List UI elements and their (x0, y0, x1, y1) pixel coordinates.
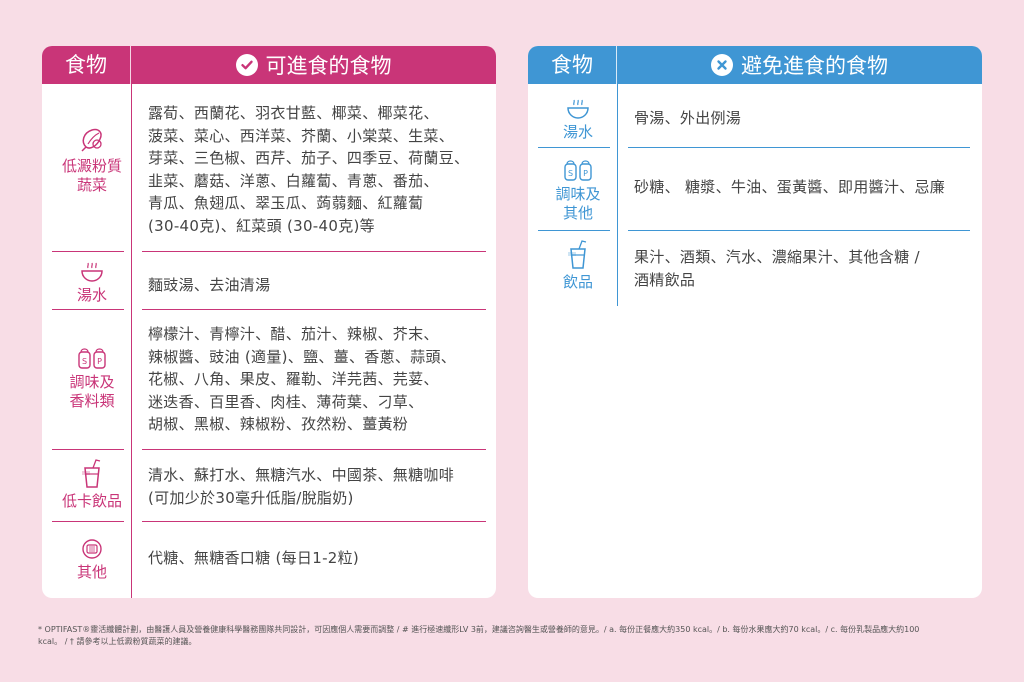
category-label: 調味及 其他 (555, 185, 601, 222)
svg-text:P: P (97, 357, 102, 366)
category-label: 飲品 (562, 273, 593, 291)
category-seasonings-spices: SP 調味及 香料類 (52, 346, 132, 411)
allowed-vegetables-text: 露荀、西蘭花、羽衣甘藍、椰菜、椰菜花、 菠菜、菜心、西洋菜、芥蘭、小棠菜、生菜、… (148, 104, 470, 235)
divider (142, 251, 486, 252)
allowed-foods-card: 食物 可進食的食物 低澱粉質 蔬菜 露荀、西蘭花、羽衣甘藍、椰菜、椰菜花、 菠菜… (42, 46, 496, 598)
allowed-seasonings-text: 檸檬汁、青檸汁、醋、茄汁、辣椒、芥末、 辣椒醬、豉油 (適量)、鹽、薑、香蔥、蒜… (148, 325, 457, 433)
avoid-seasonings-text: 砂糖、 糖漿、牛油、蛋黃醬、即用醬汁、忌廉 (634, 178, 946, 196)
vegetable-icon (81, 128, 102, 152)
allowed-drinks-text: 清水、蘇打水、無糖汽水、中國茶、無糖咖啡 (可加少於30毫升低脂/脫脂奶) (148, 466, 455, 507)
category-label: 低卡飲品 (61, 492, 122, 510)
salt-pepper-icon: SP (78, 348, 106, 369)
allowed-header: 食物 可進食的食物 (42, 46, 496, 84)
avoid-soup-text: 骨湯、外出例湯 (634, 109, 742, 127)
divider (628, 230, 970, 231)
category-soup: 湯水 (538, 98, 618, 142)
drink-icon (82, 459, 101, 488)
divider (538, 230, 610, 231)
cross-icon (711, 54, 733, 76)
avoid-header-food: 食物 (528, 46, 617, 84)
category-label: 其他 (76, 563, 107, 581)
drink-icon (568, 240, 587, 269)
divider (142, 309, 486, 310)
category-others: 其他 (52, 538, 132, 582)
svg-text:S: S (82, 357, 87, 366)
category-drinks: 飲品 (538, 240, 618, 292)
divider (142, 449, 486, 450)
soup-bowl-icon (81, 262, 103, 282)
allowed-header-title: 可進食的食物 (265, 54, 392, 78)
divider (538, 147, 610, 148)
svg-text:S: S (568, 169, 573, 178)
divider (52, 251, 124, 252)
avoid-header-title: 避免進食的食物 (741, 54, 888, 78)
category-label: 湯水 (76, 286, 107, 304)
check-icon (235, 54, 258, 76)
category-label: 調味及 香料類 (69, 373, 115, 410)
svg-text:P: P (583, 169, 588, 178)
divider (142, 521, 486, 522)
allowed-others-text: 代糖、無糖香口糖 (每日1-2粒) (148, 549, 360, 567)
avoid-header: 食物 避免進食的食物 (528, 46, 982, 84)
divider (628, 147, 970, 148)
category-low-calorie-drinks: 低卡飲品 (52, 459, 132, 511)
footnote: * OPTIFAST®靈活纖體計劃，由醫護人員及營養健康科學醫務團隊共同設計，可… (38, 625, 920, 646)
allowed-soup-text: 麵豉湯、去油清湯 (148, 276, 271, 294)
category-seasonings-others: SP 調味及 其他 (538, 158, 618, 223)
allowed-header-food: 食物 (42, 46, 131, 84)
gum-icon (82, 539, 102, 559)
divider (52, 449, 124, 450)
category-label: 低澱粉質 蔬菜 (61, 157, 122, 194)
category-soup: 湯水 (52, 261, 132, 305)
divider (52, 309, 124, 310)
salt-pepper-icon: SP (564, 160, 592, 181)
soup-bowl-icon (567, 99, 589, 119)
category-label: 湯水 (562, 123, 593, 141)
avoid-drinks-text: 果汁、酒類、汽水、濃縮果汁、其他含糖 / 酒精飲品 (634, 248, 920, 289)
category-low-starch-vegetables: 低澱粉質 蔬菜 (52, 124, 132, 195)
divider (52, 521, 124, 522)
avoid-foods-card: 食物 避免進食的食物 湯水 骨湯、外出例湯 SP 調味及 其他 砂糖、 糖漿、牛… (528, 46, 982, 598)
